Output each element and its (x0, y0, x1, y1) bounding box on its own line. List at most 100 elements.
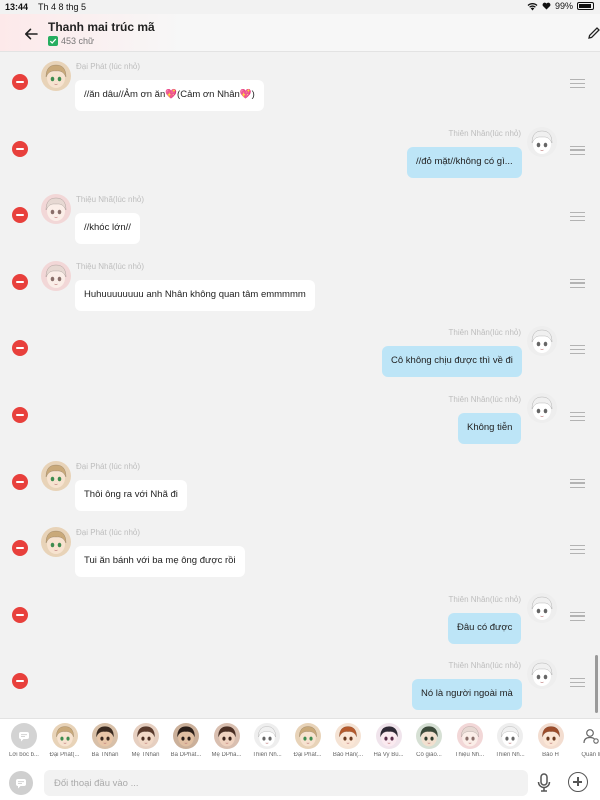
speech-bubble-icon (16, 778, 26, 788)
character-avatar (497, 723, 523, 749)
character-label: Thiệu Nh... (454, 752, 485, 758)
message-row: Thiệu Nhã(lúc nhỏ) //khóc lớn// (0, 185, 600, 251)
chat-mode-button[interactable] (9, 771, 33, 795)
character-label: Thiên Nh... (252, 752, 282, 758)
speaker-name: Thiên Nhân(lúc nhỏ) (448, 128, 521, 138)
drag-handle-icon[interactable] (570, 145, 585, 155)
speaker-name: Thiệu Nhã(lúc nhỏ) (76, 195, 145, 205)
message-list: Đại Phát (lúc nhỏ) //ăn dâu//Ảm ơn ăn💖(Cả… (0, 52, 600, 718)
character-chip[interactable]: Cô giáo... (409, 723, 449, 758)
message-bubble[interactable]: //ăn dâu//Ảm ơn ăn💖(Cảm ơn Nhân💖) (75, 80, 264, 111)
character-chip[interactable]: Bảo Hân(... (328, 723, 368, 758)
character-avatar (294, 723, 321, 749)
message-bubble[interactable]: Tui ăn bánh với ba mẹ ông được rồi (75, 546, 245, 578)
add-button[interactable] (568, 772, 588, 792)
delete-message-button[interactable] (12, 673, 28, 690)
character-label: Thiên Nh... (495, 752, 525, 758)
character-label: Quản lí (581, 752, 600, 758)
delete-message-button[interactable] (12, 207, 28, 224)
drag-handle-icon[interactable] (570, 412, 585, 421)
character-chip[interactable]: Thiên Nh... (490, 723, 530, 758)
drag-handle-icon[interactable] (570, 345, 585, 355)
character-chip[interactable]: Ba DPhat... (166, 723, 206, 758)
speaker-name: Thiên Nhân(lúc nhỏ) (448, 328, 521, 338)
status-bar: 13:44 Th 4 8 thg 5 99% (0, 0, 600, 14)
delete-message-button[interactable] (12, 407, 28, 423)
character-chip[interactable]: Bảo H (531, 723, 571, 758)
page-title: Thanh mai trúc mã (48, 20, 155, 34)
drag-handle-icon[interactable] (570, 212, 585, 222)
drag-handle-icon[interactable] (570, 278, 585, 288)
message-bubble[interactable]: Nó là người ngoài mà (412, 679, 522, 711)
delete-message-button[interactable] (12, 340, 28, 357)
drag-handle-icon[interactable] (570, 545, 585, 555)
message-bubble[interactable]: Thôi ông ra với Nhã đi (75, 479, 187, 511)
drag-handle-icon[interactable] (570, 678, 585, 688)
character-chip[interactable]: Đại Phát... (288, 723, 328, 758)
message-bubble[interactable]: Huhuuuuuuuu anh Nhân không quan tâm emmm… (75, 279, 315, 311)
drag-handle-icon[interactable] (570, 79, 585, 88)
dialogue-input[interactable] (44, 770, 528, 796)
status-time: 13:44 (5, 2, 29, 12)
message-avatar (41, 194, 71, 225)
check-icon (48, 36, 58, 46)
character-label: Đại Phát... (293, 752, 322, 758)
speaker-name: Thiên Nhân(lúc nhỏ) (448, 594, 521, 604)
narrator-button[interactable]: Lời bốc b... (4, 723, 44, 758)
message-row: Đại Phát (lúc nhỏ) //ăn dâu//Ảm ơn ăn💖(Cả… (0, 52, 600, 118)
character-chip[interactable]: Thiệu Nh... (450, 723, 490, 758)
chat-header: Thanh mai trúc mã 453 chữ (0, 14, 600, 52)
drag-handle-icon[interactable] (570, 478, 585, 488)
speaker-name: Đại Phát (lúc nhỏ) (76, 461, 141, 471)
message-bubble[interactable]: Đâu có được (448, 612, 522, 644)
delete-message-button[interactable] (12, 140, 28, 157)
character-label: Mẹ DPha... (211, 752, 242, 758)
manage-characters-button[interactable]: Quản lí (571, 723, 600, 758)
character-chip[interactable]: Đại Phát(... (45, 723, 85, 758)
microphone-icon (537, 773, 551, 792)
character-label: Bảo Hân(... (332, 752, 364, 758)
message-avatar (527, 659, 557, 690)
back-button[interactable] (20, 23, 42, 45)
character-chip[interactable]: Mẹ DPha... (207, 723, 247, 758)
pencil-icon (588, 27, 600, 39)
message-avatar (527, 592, 557, 623)
character-chip[interactable]: Mẹ TNhan (126, 723, 166, 758)
character-chip[interactable]: Thiên Nh... (247, 723, 287, 758)
delete-message-button[interactable] (12, 74, 28, 90)
speaker-name: Thiên Nhân(lúc nhỏ) (448, 661, 521, 671)
character-chip[interactable]: Ba TNhan (85, 723, 125, 758)
mic-button[interactable] (536, 772, 552, 794)
status-right: 99% (527, 1, 594, 11)
delete-message-button[interactable] (12, 606, 28, 623)
character-chip[interactable]: Hà Vy Bù... (369, 723, 409, 758)
message-bubble[interactable]: //đỏ mặt//không có gì... (407, 146, 522, 178)
speaker-name: Thiên Nhân(lúc nhỏ) (448, 395, 521, 404)
message-bubble[interactable]: //khóc lớn// (75, 213, 140, 245)
character-label: Ba DPhat... (170, 752, 202, 758)
character-avatar (213, 723, 240, 749)
speaker-name: Đại Phát (lúc nhỏ) (76, 62, 141, 71)
user-settings-icon (578, 723, 600, 749)
message-row: Đại Phát (lúc nhỏ) Tui ăn bánh với ba mẹ … (0, 518, 600, 584)
character-strip: Lời bốc b... Đại Phát(... Ba TNhan Mẹ TNhan… (0, 718, 600, 766)
delete-message-button[interactable] (12, 473, 28, 490)
edit-button[interactable] (586, 25, 600, 43)
message-row: Đại Phát (lúc nhỏ) Thôi ông ra với Nhã đi (0, 452, 600, 518)
character-avatar (51, 723, 78, 749)
message-bubble[interactable]: Cô không chịu được thì về đi (382, 346, 522, 378)
arrow-left-icon (25, 28, 38, 40)
message-bubble[interactable]: Không tiễn (458, 413, 522, 444)
battery-icon (577, 2, 594, 10)
message-row: Thiên Nhân(lúc nhỏ) Cô không chịu được th… (0, 318, 600, 384)
delete-message-button[interactable] (12, 273, 28, 290)
scrollbar[interactable] (595, 655, 598, 713)
drag-handle-icon[interactable] (570, 611, 585, 621)
delete-message-button[interactable] (12, 540, 28, 557)
status-date: Th 4 8 thg 5 (38, 2, 87, 12)
character-avatar (92, 723, 118, 749)
message-avatar (527, 393, 557, 423)
message-row: Thiên Nhân(lúc nhỏ) Nó là người ngoài mà (0, 651, 600, 717)
message-avatar (41, 260, 71, 291)
message-avatar (41, 527, 71, 558)
